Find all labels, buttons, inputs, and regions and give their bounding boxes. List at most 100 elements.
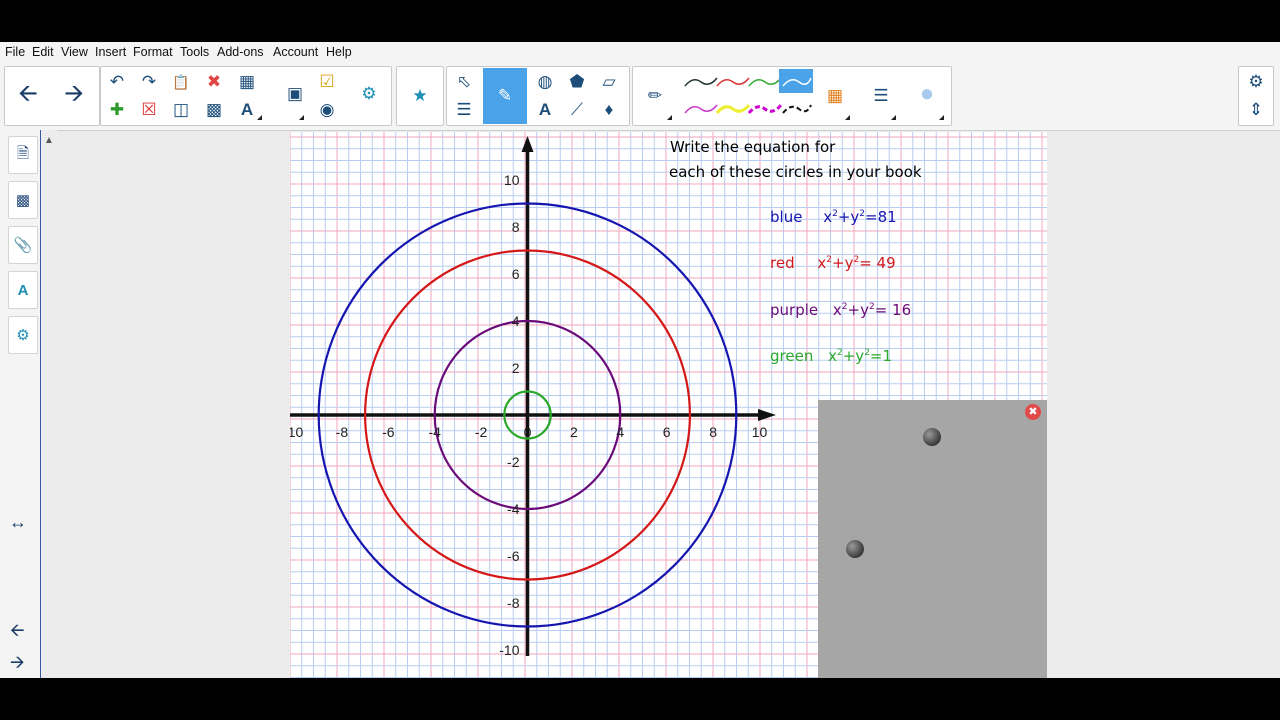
menu-format[interactable]: Format bbox=[133, 45, 173, 59]
document-camera-icon[interactable]: ▣ bbox=[281, 81, 309, 107]
color-palette-icon[interactable]: ▦ bbox=[821, 83, 849, 109]
pen-icon[interactable]: ✎ bbox=[483, 68, 527, 124]
y-tick-label: 2 bbox=[512, 360, 520, 376]
blue-equation: blue x2+y2=81 bbox=[770, 208, 897, 226]
close-icon[interactable]: ✖ bbox=[1025, 404, 1041, 420]
attachments-icon[interactable]: 📎 bbox=[8, 226, 38, 264]
purple-label: purple bbox=[770, 301, 819, 319]
page-sorter-icon[interactable]: 🗎 bbox=[8, 136, 38, 174]
scroll-up-icon[interactable]: ▲ bbox=[44, 135, 54, 146]
edit-group: ↶ ↷ 📋 ✖ ▦ ▣ ☑ ⚙ ✚ ☒ ◫ ▩ A ◉ bbox=[100, 66, 392, 126]
menu-view[interactable]: View bbox=[61, 45, 88, 59]
dropdown-triangle-icon bbox=[299, 115, 304, 120]
x-term: x bbox=[828, 347, 837, 365]
green-rhs: =1 bbox=[869, 347, 893, 365]
red-label: red bbox=[770, 254, 795, 272]
puzzle-icon[interactable]: ★ bbox=[406, 83, 434, 109]
fill-bucket-icon[interactable]: ▱ bbox=[595, 69, 623, 95]
y-tick-label: 10 bbox=[504, 172, 520, 188]
green-label: green bbox=[770, 347, 814, 365]
dropdown-triangle-icon bbox=[891, 115, 896, 120]
line-icon[interactable]: ⟋ bbox=[563, 97, 591, 123]
blue-label: blue bbox=[770, 208, 803, 226]
pen-style-swatches[interactable] bbox=[679, 67, 819, 125]
y-axis-arrow bbox=[521, 136, 534, 152]
resize-horizontal-icon[interactable]: ↔ bbox=[9, 512, 27, 533]
add-ons-icon[interactable]: ⚙ bbox=[355, 81, 383, 107]
panel-knob[interactable] bbox=[923, 428, 941, 446]
x-axis-arrow bbox=[758, 409, 776, 421]
red-rhs: = 49 bbox=[859, 254, 896, 272]
clear-page-icon[interactable]: ☒ bbox=[135, 97, 163, 123]
x-tick-label: -8 bbox=[336, 424, 349, 440]
dropdown-triangle-icon bbox=[667, 115, 672, 120]
menu-account[interactable]: Account bbox=[273, 45, 318, 59]
x-tick-label: 2 bbox=[570, 424, 578, 440]
screen-shade-icon[interactable]: ▩ bbox=[200, 97, 228, 123]
move-toolbar-icon[interactable]: ⇕ bbox=[1242, 97, 1270, 123]
undo-icon[interactable]: ↶ bbox=[103, 69, 131, 95]
x-term: x bbox=[832, 301, 842, 319]
line-style-icon[interactable]: ☰ bbox=[867, 83, 895, 109]
instruction-line-1: Write the equation for bbox=[670, 138, 836, 156]
shapes-icon[interactable]: ◍ bbox=[531, 69, 559, 95]
eraser-icon[interactable]: ♦ bbox=[595, 97, 623, 123]
dropdown-triangle-icon bbox=[845, 115, 850, 120]
floating-panel[interactable]: ✖ bbox=[818, 400, 1047, 678]
y-tick-label: -2 bbox=[507, 454, 520, 470]
new-page-icon[interactable]: ✚ bbox=[103, 97, 131, 123]
measure-icon[interactable]: ☰ bbox=[450, 97, 478, 123]
y-tick-label: -8 bbox=[507, 595, 520, 611]
panel-knob[interactable] bbox=[846, 540, 864, 558]
save-icon[interactable]: ◫ bbox=[167, 97, 195, 123]
x-tick-label: 0 bbox=[524, 424, 532, 440]
puzzle-group: ★ bbox=[396, 66, 444, 126]
text-icon[interactable]: A bbox=[531, 97, 559, 123]
y-tick-label: 6 bbox=[512, 266, 520, 282]
x-tick-label: -4 bbox=[428, 424, 441, 440]
sidebar: 🗎 ▩ 📎 A ⚙ ↔ 🡨 🡪 ✚ bbox=[0, 130, 41, 678]
menu-add-ons[interactable]: Add-ons bbox=[217, 45, 264, 59]
properties-icon[interactable]: A bbox=[8, 271, 38, 309]
redo-icon[interactable]: ↷ bbox=[135, 69, 163, 95]
next-page-icon[interactable]: 🡪 bbox=[10, 650, 25, 678]
fill-icon[interactable]: ⬟ bbox=[563, 69, 591, 95]
y-term: +y bbox=[832, 254, 854, 272]
menu-help[interactable]: Help bbox=[326, 45, 352, 59]
settings-icon[interactable]: ⚙ bbox=[1242, 69, 1270, 95]
menu-tools[interactable]: Tools bbox=[180, 45, 209, 59]
response-icon[interactable]: ☑ bbox=[313, 69, 341, 95]
gallery-icon[interactable]: ▩ bbox=[8, 181, 38, 219]
y-tick-label: 4 bbox=[512, 313, 520, 329]
purple-rhs: = 16 bbox=[874, 301, 912, 319]
x-term: x bbox=[817, 254, 827, 272]
menu-insert[interactable]: Insert bbox=[95, 45, 126, 59]
add-ons-icon[interactable]: ⚙ bbox=[8, 316, 38, 354]
pen-type-icon[interactable]: ✏ bbox=[641, 83, 669, 109]
delete-icon[interactable]: ✖ bbox=[200, 69, 228, 95]
previous-page-icon[interactable]: 🡨 bbox=[10, 618, 25, 648]
vertical-scrollbar[interactable]: ▲ bbox=[41, 130, 57, 678]
x-tick-label: 4 bbox=[616, 424, 624, 440]
red-equation: red x2+y2= 49 bbox=[770, 254, 896, 272]
green-equation: green x2+y2=1 bbox=[770, 347, 892, 365]
instruction-line-2: each of these circles in your book bbox=[669, 163, 922, 181]
x-tick-label: 10 bbox=[290, 424, 303, 440]
fill-effects-icon[interactable]: ● bbox=[913, 80, 941, 107]
dropdown-triangle-icon bbox=[257, 115, 262, 120]
arrow-right-icon[interactable]: 🡪 bbox=[59, 80, 89, 109]
arrow-left-icon[interactable]: 🡨 bbox=[13, 80, 43, 109]
app-window: File Edit View Insert Format Tools Add-o… bbox=[0, 42, 1280, 678]
x-tick-label: 10 bbox=[752, 424, 768, 440]
capture-icon[interactable]: ◉ bbox=[313, 97, 341, 123]
menu-bar: File Edit View Insert Format Tools Add-o… bbox=[0, 42, 1280, 62]
x-tick-label: -2 bbox=[475, 424, 488, 440]
select-icon[interactable]: ⬁ bbox=[450, 69, 478, 95]
menu-file[interactable]: File bbox=[5, 45, 25, 59]
menu-edit[interactable]: Edit bbox=[32, 45, 54, 59]
pen-properties-group: ✏ ▦ ☰ ● bbox=[632, 66, 952, 126]
toolbar-settings-group: ⚙ ⇕ bbox=[1238, 66, 1274, 126]
y-term: +y bbox=[842, 347, 865, 365]
paste-icon[interactable]: 📋 bbox=[167, 69, 195, 95]
table-icon[interactable]: ▦ bbox=[233, 69, 261, 95]
